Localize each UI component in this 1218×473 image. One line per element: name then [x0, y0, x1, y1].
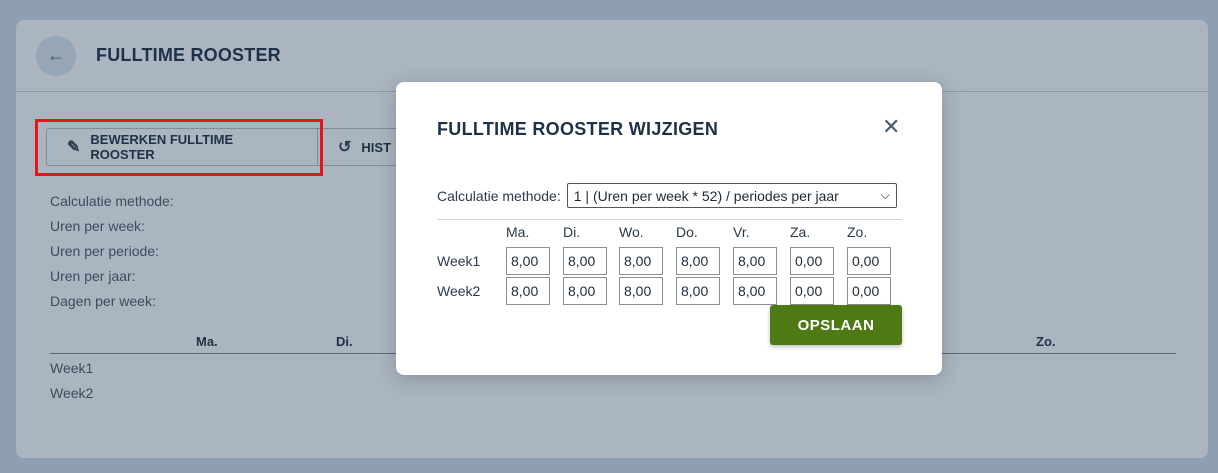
- day-header: Di.: [563, 224, 581, 240]
- calc-method-row: Calculatie methode: 1 | (Uren per week *…: [437, 183, 901, 208]
- hours-input[interactable]: 8,00: [676, 247, 720, 275]
- edit-fulltime-schedule-button[interactable]: ✎ BEWERKEN FULLTIME ROOSTER: [46, 128, 318, 166]
- info-label: Uren per week:: [50, 218, 145, 234]
- week-row-label: Week2: [437, 283, 481, 299]
- schedule-info: Calculatie methode: Uren per week: Uren …: [50, 189, 174, 314]
- hours-input[interactable]: 0,00: [847, 277, 891, 305]
- day-header: Za.: [790, 224, 811, 240]
- hours-input[interactable]: 8,00: [563, 247, 607, 275]
- close-icon[interactable]: ✕: [882, 116, 900, 138]
- hours-input[interactable]: 8,00: [733, 277, 777, 305]
- info-label: Calculatie methode:: [50, 193, 174, 209]
- calc-method-label: Calculatie methode:: [437, 187, 561, 204]
- day-header: Do.: [676, 224, 698, 240]
- week-row-label: Week1: [437, 253, 481, 269]
- hours-input[interactable]: 8,00: [506, 277, 550, 305]
- modal-title: FULLTIME ROOSTER WIJZIGEN: [437, 119, 719, 139]
- hours-input[interactable]: 8,00: [563, 277, 607, 305]
- hours-input[interactable]: 8,00: [676, 277, 720, 305]
- info-label: Uren per periode:: [50, 243, 159, 259]
- col-ma: Ma.: [196, 334, 218, 349]
- background-week-labels: Week1 Week2: [50, 356, 93, 406]
- hours-input[interactable]: 8,00: [733, 247, 777, 275]
- hours-input[interactable]: 0,00: [790, 277, 834, 305]
- info-label: Dagen per week:: [50, 293, 156, 309]
- save-button[interactable]: OPSLAAN: [770, 305, 902, 345]
- history-icon: ↺: [338, 139, 352, 156]
- calc-method-select[interactable]: 1 | (Uren per week * 52) / periodes per …: [566, 183, 897, 208]
- chevron-down-icon: ⌵: [880, 188, 890, 202]
- day-header: Wo.: [619, 224, 644, 240]
- hours-input[interactable]: 8,00: [619, 247, 663, 275]
- hours-input[interactable]: 0,00: [790, 247, 834, 275]
- day-header: Zo.: [847, 224, 868, 240]
- hours-input[interactable]: 0,00: [847, 247, 891, 275]
- back-button[interactable]: ←: [36, 35, 76, 76]
- pencil-icon: ✎: [67, 139, 81, 156]
- col-zo: Zo.: [1036, 334, 1056, 349]
- day-header: Vr.: [733, 224, 750, 240]
- hours-input[interactable]: 8,00: [619, 277, 663, 305]
- edit-schedule-modal: FULLTIME ROOSTER WIJZIGEN ✕ Calculatie m…: [396, 82, 942, 375]
- arrow-left-icon: ←: [47, 45, 65, 65]
- week-label: Week1: [50, 360, 94, 376]
- week-label: Week2: [50, 385, 94, 401]
- info-label: Uren per jaar:: [50, 268, 136, 284]
- action-buttons: ✎ BEWERKEN FULLTIME ROOSTER ↺ HIST: [46, 128, 438, 166]
- edit-button-label: BEWERKEN FULLTIME ROOSTER: [90, 132, 234, 162]
- calc-method-value: 1 | (Uren per week * 52) / periodes per …: [573, 187, 839, 204]
- history-button-label: HIST: [361, 139, 392, 155]
- hours-input[interactable]: 8,00: [506, 247, 550, 275]
- divider: [437, 219, 902, 220]
- page-title: FULLTIME ROOSTER: [96, 45, 281, 65]
- col-di: Di.: [336, 334, 353, 349]
- day-header: Ma.: [506, 224, 530, 240]
